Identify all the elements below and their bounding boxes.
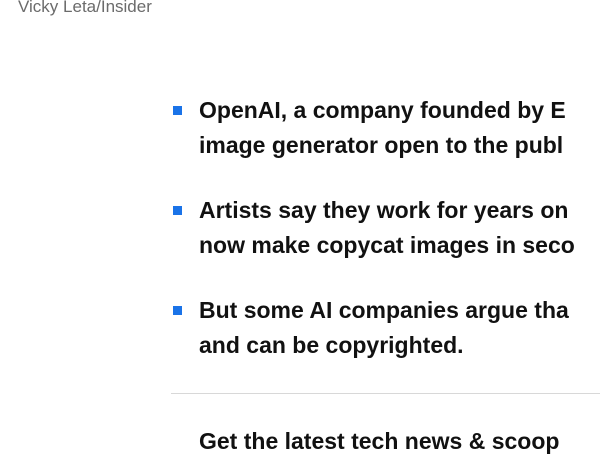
- section-divider: [171, 393, 600, 394]
- square-bullet-icon: [173, 106, 182, 115]
- key-point-line: But some AI companies argue tha: [199, 297, 569, 323]
- key-point-line: image generator open to the publ: [199, 132, 564, 158]
- square-bullet-icon: [173, 306, 182, 315]
- square-bullet-icon: [173, 206, 182, 215]
- key-point-line: OpenAI, a company founded by E: [199, 97, 566, 123]
- photo-credit: Vicky Leta/Insider: [18, 0, 152, 16]
- key-point: Artists say they work for years on now m…: [171, 193, 600, 263]
- key-point-line: now make copycat images in seco: [199, 232, 575, 258]
- key-point-line: and can be copyrighted.: [199, 332, 464, 358]
- newsletter-heading: Get the latest tech news & scoop: [199, 428, 560, 454]
- key-points-list: OpenAI, a company founded by E image gen…: [171, 93, 600, 363]
- key-point-line: Artists say they work for years on: [199, 197, 569, 223]
- key-point: OpenAI, a company founded by E image gen…: [171, 93, 600, 163]
- key-point: But some AI companies argue tha and can …: [171, 293, 600, 363]
